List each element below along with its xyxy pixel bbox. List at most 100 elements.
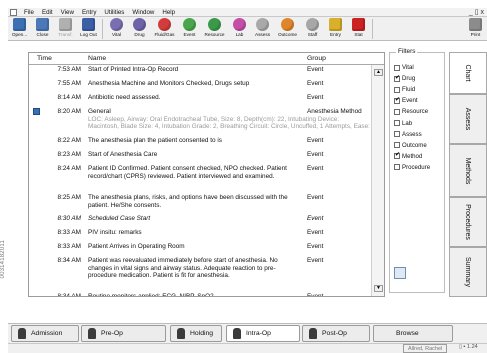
checkbox-box[interactable] (394, 64, 400, 71)
tab-browse[interactable]: Browse (373, 325, 453, 342)
row-name-text: Start of Printed Intra-Op Record (88, 66, 179, 73)
staff-button[interactable]: Staff (301, 17, 324, 41)
filter-resource-checkbox[interactable]: Resource (394, 106, 430, 117)
tab-pre-op[interactable]: Pre-Op (81, 325, 166, 342)
filter-apply-icon[interactable] (394, 267, 406, 279)
resource-button[interactable]: Resource (201, 17, 228, 41)
entry-pen-icon (329, 18, 342, 31)
assess-button[interactable]: Assess (251, 17, 274, 41)
table-row[interactable]: 8:24 AM Patient ID Confirmed. Patient con… (29, 164, 371, 193)
row-name-text: Antibiotic need assessed. (88, 94, 161, 101)
filter-lab-checkbox[interactable]: Lab (394, 117, 430, 128)
grid-scrollbar[interactable]: ▲ ▼ (371, 65, 384, 296)
row-name: Anesthesia Machine and Monitors Checked,… (88, 80, 301, 88)
filter-drug-checkbox[interactable]: Drug (394, 73, 430, 84)
table-row[interactable]: 7:53 AM Start of Printed Intra-Op Record E… (29, 65, 371, 79)
tab-label: Pre-Op (101, 330, 123, 337)
filter-vital-checkbox[interactable]: Vital (394, 62, 430, 73)
menu-view[interactable]: View (57, 9, 78, 16)
checkbox-box[interactable] (394, 164, 400, 171)
tab-summary[interactable]: Summary (449, 247, 487, 297)
event-button[interactable]: Event (178, 17, 201, 41)
filter-outcome-checkbox[interactable]: Outcome (394, 140, 430, 151)
close-button[interactable]: Close (31, 17, 54, 41)
checkbox-box[interactable] (394, 96, 400, 104)
table-row[interactable]: 8:14 AM Antibiotic need assessed. Event (29, 93, 371, 107)
table-row[interactable]: 8:25 AM The anesthesia plans, risks, and … (29, 193, 371, 214)
header-name[interactable]: Name (88, 55, 106, 62)
scroll-down-icon[interactable]: ▼ (374, 285, 383, 292)
checkbox-box[interactable] (394, 86, 400, 93)
menu-window[interactable]: Window (128, 9, 158, 16)
checkbox-box[interactable] (394, 120, 400, 127)
menu-file[interactable]: File (20, 9, 38, 16)
checkbox-box[interactable] (394, 142, 400, 149)
toolbar-label: Outcome (277, 32, 298, 37)
table-row[interactable]: 8:23 AM Start of Anesthesia Care Event (29, 150, 371, 164)
checkbox-box[interactable] (394, 151, 400, 160)
menu-help[interactable]: Help (158, 9, 179, 16)
row-name: The anesthesia plans, risks, and options… (88, 194, 301, 209)
menu-utilities[interactable]: Utilities (100, 9, 128, 16)
tab-label: Browse (396, 330, 419, 337)
outcome-button[interactable]: Outcome (274, 17, 301, 41)
menu-entry[interactable]: Entry (78, 9, 100, 16)
lab-button[interactable]: Lab (228, 17, 251, 41)
close-record-icon (36, 18, 49, 31)
tab-methods[interactable]: Methods (449, 144, 487, 197)
drug-button[interactable]: Drug (128, 17, 151, 41)
filter-assess-checkbox[interactable]: Assess (394, 129, 430, 140)
checkbox-box[interactable] (394, 131, 400, 138)
checkbox-box[interactable] (394, 108, 400, 115)
fluid-gas-button[interactable]: Fluid/Gas (151, 17, 178, 41)
filter-label: Outcome (402, 141, 427, 149)
tab-post-op[interactable]: Post-Op (302, 325, 370, 342)
filter-event-checkbox[interactable]: Event (394, 95, 430, 106)
tab-assess[interactable]: Assess (449, 94, 487, 144)
row-group: Event (307, 243, 324, 250)
tab-procedures[interactable]: Procedures (449, 197, 487, 247)
checkbox-box[interactable] (394, 74, 400, 82)
table-row[interactable]: 8:22 AM The anesthesia plan the patient c… (29, 136, 371, 150)
row-name-text: Start of Anesthesia Care (88, 151, 158, 158)
table-row[interactable]: 8:33 AM PIV insitu: remarks Event (29, 228, 371, 242)
row-time: 8:23 AM (57, 151, 81, 158)
log-out-button[interactable]: Log Out (77, 17, 100, 41)
transf-button[interactable]: Transf. (54, 17, 77, 41)
vital-button[interactable]: Vital (105, 17, 128, 41)
row-time: 8:34 AM (57, 257, 81, 264)
print-icon (469, 18, 482, 31)
filter-fluid-checkbox[interactable]: Fluid (394, 84, 430, 95)
tab-holding[interactable]: Holding (170, 325, 222, 342)
filter-method-checkbox[interactable]: Method (394, 151, 430, 162)
filter-procedure-checkbox[interactable]: Procedure (394, 162, 430, 173)
scroll-up-icon[interactable]: ▲ (374, 69, 383, 76)
tab-admission[interactable]: Admission (11, 325, 79, 342)
phase-tab-bar: Admission Pre-Op Holding Intra-Op Post-Op Bro… (8, 323, 487, 343)
status-controls[interactable]: ▯ ▪ 1.24 (459, 344, 478, 350)
tab-chart[interactable]: Chart (449, 52, 487, 94)
person-post-op-icon (309, 328, 317, 339)
table-row[interactable]: 8:30 AM Scheduled Case Start Event (29, 214, 371, 228)
row-name-text: The anesthesia plan the patient consente… (88, 137, 222, 144)
table-row[interactable]: 8:20 AM General LOC: Asleep, Airway: Oral … (29, 107, 371, 136)
right-tab-strip: Chart Assess Methods Procedures Summary (449, 52, 487, 297)
table-row[interactable]: 8:33 AM Patient Arrives in Operating Room… (29, 242, 371, 256)
open-button[interactable]: Open... (8, 17, 31, 41)
row-detail-text: LOC: Asleep, Airway: Oral Endotracheal T… (88, 115, 370, 131)
person-intra-op-icon (233, 328, 241, 339)
app-icon (10, 8, 17, 16)
window-controls[interactable]: _ ▯ x (469, 8, 484, 16)
print-button[interactable]: Print (464, 17, 487, 41)
header-group[interactable]: Group (307, 55, 326, 62)
table-row[interactable]: 7:55 AM Anesthesia Machine and Monitors C… (29, 79, 371, 93)
tab-intra-op[interactable]: Intra-Op (226, 325, 300, 342)
side-id-strip: 00314182011 (0, 0, 8, 353)
stat-button[interactable]: Stat (347, 17, 370, 41)
header-time[interactable]: Time (37, 55, 52, 62)
tab-label: Post-Op (322, 330, 347, 337)
entry-button[interactable]: Entry (324, 17, 347, 41)
table-row[interactable]: 8:34 AM Routine monitors applied: ECG, NI… (29, 292, 371, 296)
menu-edit[interactable]: Edit (38, 9, 57, 16)
table-row[interactable]: 8:34 AM Patient was reevaluated immediate… (29, 256, 371, 292)
